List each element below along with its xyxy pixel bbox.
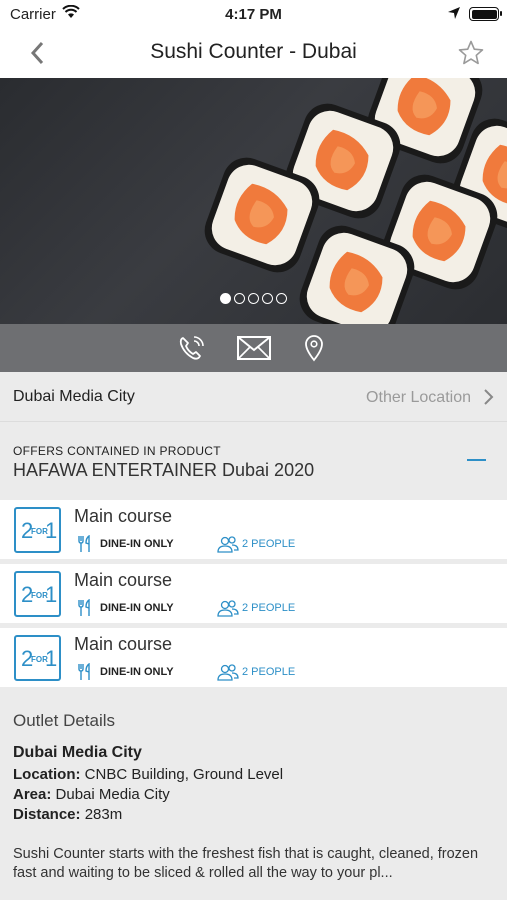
collapse-icon[interactable] (467, 459, 486, 461)
navigation-bar: Sushi Counter - Dubai (0, 28, 507, 78)
outlet-description[interactable]: Sushi Counter starts with the freshest f… (13, 845, 495, 883)
people-icon (217, 536, 239, 553)
restriction-label: DINE-IN ONLY (100, 538, 174, 550)
restriction-label: DINE-IN ONLY (100, 602, 174, 614)
offer-row[interactable]: 2 FOR 1 Main course DINE-IN ONLY 2 PEOPLE (0, 628, 507, 687)
restriction-label: DINE-IN ONLY (100, 666, 174, 678)
two-for-one-badge: 2 FOR 1 (14, 571, 61, 617)
gallery-page-indicator[interactable] (0, 291, 507, 305)
page-dot[interactable] (220, 293, 231, 304)
other-location-link[interactable]: Other Location (366, 389, 471, 407)
mail-icon[interactable] (236, 334, 272, 362)
offers-section-header[interactable]: OFFERS CONTAINED IN PRODUCT HAFAWA ENTER… (0, 423, 507, 499)
phone-icon[interactable] (177, 334, 207, 362)
page-dot[interactable] (276, 293, 287, 304)
status-bar: Carrier 4:17 PM (0, 0, 507, 28)
chevron-right-icon[interactable] (483, 388, 495, 406)
people-icon (217, 664, 239, 681)
people-label: 2 PEOPLE (242, 666, 296, 678)
offer-row[interactable]: 2 FOR 1 Main course DINE-IN ONLY 2 PEOPLE (0, 564, 507, 623)
location-name: Dubai Media City (13, 388, 135, 405)
clock-time: 4:17 PM (225, 6, 282, 23)
outlet-distance: Distance: 283m (13, 806, 123, 823)
offer-title: Main course (74, 506, 173, 526)
two-for-one-badge: 2 FOR 1 (14, 635, 61, 681)
hero-image[interactable] (0, 78, 507, 324)
outlet-location: Location: CNBC Building, Ground Level (13, 766, 284, 783)
people-label: 2 PEOPLE (242, 602, 296, 614)
two-for-one-badge: 2 FOR 1 (14, 507, 61, 553)
outlet-details-heading: Outlet Details (13, 711, 116, 730)
contact-action-bar (0, 324, 507, 372)
offer-row[interactable]: 2 FOR 1 Main course DINE-IN ONLY 2 PEOPLE (0, 500, 507, 559)
outlet-details: Outlet Details Dubai Media City Location… (0, 689, 507, 900)
location-row[interactable]: Dubai Media City Other Location (0, 372, 507, 422)
cutlery-icon (78, 599, 90, 616)
people-label: 2 PEOPLE (242, 538, 296, 550)
cutlery-icon (78, 663, 90, 680)
star-icon[interactable] (457, 39, 485, 67)
offer-title: Main course (74, 570, 173, 590)
people-icon (217, 600, 239, 617)
map-pin-icon[interactable] (302, 334, 332, 362)
offers-label: OFFERS CONTAINED IN PRODUCT (13, 444, 221, 458)
page-dot[interactable] (262, 293, 273, 304)
outlet-name: Dubai Media City (13, 744, 142, 761)
location-services-icon (447, 6, 461, 24)
product-name: HAFAWA ENTERTAINER Dubai 2020 (13, 460, 315, 480)
offer-title: Main course (74, 634, 173, 654)
page-dot[interactable] (234, 293, 245, 304)
page-dot[interactable] (248, 293, 259, 304)
battery-icon (469, 7, 502, 21)
cutlery-icon (78, 535, 90, 552)
outlet-area: Area: Dubai Media City (13, 786, 170, 803)
page-title: Sushi Counter - Dubai (150, 40, 357, 63)
